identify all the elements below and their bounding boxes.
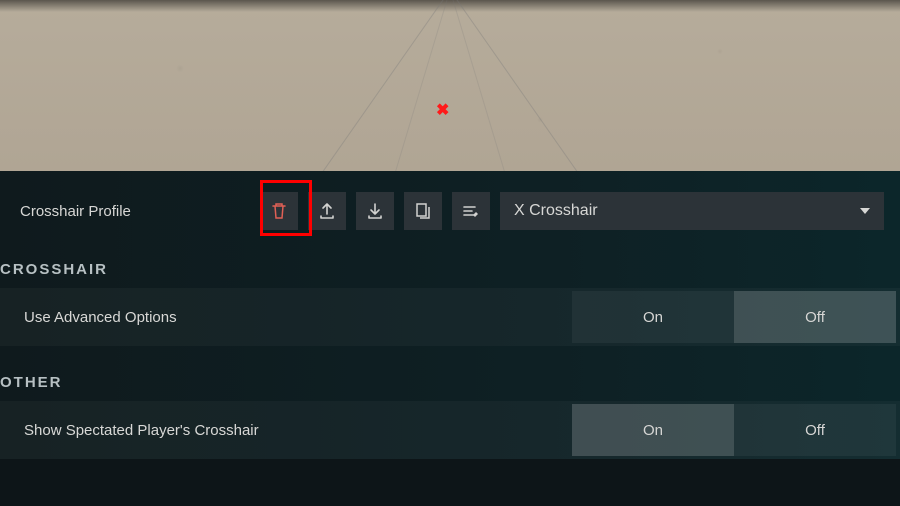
export-button[interactable] [308,192,346,230]
preview-vignette [0,0,900,12]
delete-button[interactable] [260,192,298,230]
perspective-lines [250,0,650,171]
toggle-advanced-on[interactable]: On [572,291,734,343]
duplicate-button[interactable] [404,192,442,230]
crosshair-marker: ✖ [436,100,449,120]
option-row-advanced: Use Advanced Options On Off [0,288,900,346]
edit-icon [462,204,480,218]
toggle-spectated-on[interactable]: On [572,404,734,456]
profile-dropdown[interactable]: X Crosshair [500,192,884,230]
edit-button[interactable] [452,192,490,230]
export-icon [318,202,336,220]
profile-label: Crosshair Profile [0,203,250,220]
toggle-advanced-off[interactable]: Off [734,291,896,343]
option-row-spectated: Show Spectated Player's Crosshair On Off [0,401,900,459]
chevron-down-icon [860,208,870,214]
copy-icon [415,202,431,220]
delete-icon [271,202,287,220]
profile-row: Crosshair Profile X Crosshair [0,185,900,237]
section-header-crosshair: CROSSHAIR [0,237,900,288]
section-header-other: OTHER [0,350,900,401]
option-label-spectated: Show Spectated Player's Crosshair [0,422,572,439]
toggle-spectated-off[interactable]: Off [734,404,896,456]
dropdown-value: X Crosshair [514,202,598,220]
crosshair-preview: ✖ [0,0,900,171]
toggle-advanced: On Off [572,291,896,343]
import-button[interactable] [356,192,394,230]
settings-panel: Crosshair Profile X Crosshair CROSSHAIR … [0,171,900,459]
option-label-advanced: Use Advanced Options [0,309,572,326]
toggle-spectated: On Off [572,404,896,456]
import-icon [366,202,384,220]
